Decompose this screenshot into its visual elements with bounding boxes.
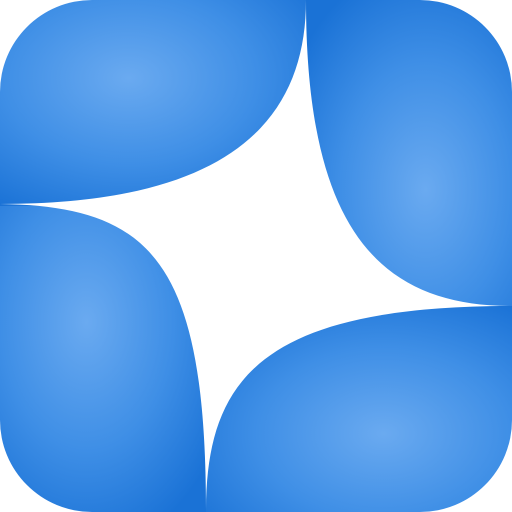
app-icon-canvas [0,0,512,512]
app-icon[interactable] [0,0,512,512]
rounded-tile [0,0,512,512]
